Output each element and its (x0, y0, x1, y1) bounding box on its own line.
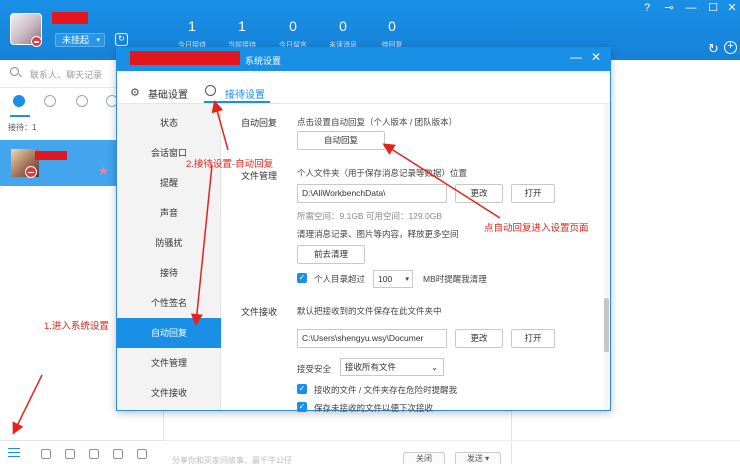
nav-item-auto-reply[interactable]: 自动回复 (117, 318, 221, 348)
disk-space-info: 所需空间：9.1GB 可用空间：129.0GB (297, 211, 443, 221)
clean-button[interactable]: 前去清理 (297, 245, 365, 264)
nav-item-file-management[interactable]: 文件管理 (117, 348, 221, 378)
contacts-tab-icon[interactable] (76, 95, 88, 107)
stat-value-today[interactable]: 1 (172, 18, 212, 34)
limit-prefix-label: 个人目录超过 (314, 274, 366, 284)
maximize-icon[interactable]: ☐ (706, 2, 720, 15)
security-select[interactable]: 接收所有文件 ⌄ (340, 358, 444, 376)
contact-name-redacted (35, 151, 67, 160)
nav-item-reception[interactable]: 接待 (117, 258, 221, 288)
nav-item-signature[interactable]: 个性签名 (117, 288, 221, 318)
clock-tab-icon[interactable] (44, 95, 56, 107)
danger-warning-checkbox[interactable]: ✓ (297, 384, 307, 394)
stat-value-pending[interactable]: 0 (372, 18, 412, 34)
save-unreceived-checkbox[interactable]: ✓ (297, 402, 307, 412)
stat-value-current[interactable]: 1 (222, 18, 262, 34)
close-icon[interactable]: ✕ (725, 2, 739, 15)
nav-item-file-receive[interactable]: 文件接收 (117, 378, 221, 408)
stat-value-messages[interactable]: 0 (273, 18, 313, 34)
dialog-minimize-icon[interactable]: — (570, 50, 582, 64)
change-folder-button[interactable]: 更改 (455, 184, 503, 203)
pin-icon[interactable]: ⊸ (662, 2, 676, 15)
tab-reception-settings[interactable]: 接待设置 (225, 86, 265, 101)
add-icon[interactable]: + (724, 41, 737, 54)
change-receive-folder-button[interactable]: 更改 (455, 329, 503, 348)
tab-basic-settings[interactable]: 基础设置 (148, 86, 188, 101)
nav-item-status[interactable]: 状态 (117, 108, 221, 138)
save-unreceived-label: 保存未接收的文件以便下次接收 (314, 403, 434, 413)
contact-status-icon (25, 166, 37, 178)
search-placeholder: 联系人、聊天记录 (30, 70, 103, 80)
scrollbar[interactable] (604, 104, 610, 410)
app-icon[interactable] (113, 449, 123, 459)
annotation-step3: 点自动回复进入设置页面 (484, 223, 589, 234)
chevron-down-icon: ▾ (405, 276, 409, 283)
chevron-down-icon: ▾ (96, 37, 100, 44)
active-tab-indicator (10, 115, 30, 117)
limit-suffix-label: MB时提醒我清理 (423, 274, 487, 284)
send-button[interactable]: 发送 ▾ (455, 452, 501, 464)
limit-value-stepper[interactable]: 100 ▾ (373, 270, 413, 288)
chat-tab-icon[interactable] (13, 95, 25, 107)
dialog-close-icon[interactable]: ✕ (591, 50, 601, 64)
security-value: 接收所有文件 (345, 362, 397, 372)
file-management-section-label: 文件管理 (241, 171, 278, 181)
window-icon[interactable] (137, 449, 147, 459)
dialog-title-redacted (130, 51, 240, 65)
search-icon (10, 67, 19, 76)
annotation-step2: 2.接待设置-自动回复 (186, 159, 274, 170)
chat-hint: 分享你和买家间故事，赢千牛公仔 (172, 456, 292, 464)
clean-desc: 清理消息记录、图片等内容，释放更多空间 (297, 229, 459, 239)
personal-folder-path-input[interactable]: D:\AliWorkbenchData\ (297, 184, 447, 203)
sync-icon[interactable]: ↻ (115, 33, 128, 46)
plugin-icon[interactable] (41, 449, 51, 459)
refresh-icon[interactable]: ↻ (708, 41, 719, 57)
auto-reply-button[interactable]: 自动回复 (297, 131, 385, 150)
avatar-status-icon (31, 36, 42, 47)
reception-count: 接待：1 (8, 123, 37, 132)
gear-icon: ⚙ (130, 87, 140, 99)
menu-icon[interactable] (8, 448, 20, 457)
receive-folder-path-input[interactable]: C:\Users\shengyu.wsy\Documer (297, 329, 447, 348)
annotation-step1: 1.进入系统设置 (44, 321, 109, 332)
star-icon[interactable]: ★ (98, 164, 109, 178)
scrollbar-thumb[interactable] (604, 298, 609, 352)
clock-icon (205, 85, 216, 96)
stat-value-unread[interactable]: 0 (323, 18, 363, 34)
chevron-down-icon: ⌄ (431, 363, 438, 372)
file-receive-section-label: 文件接收 (241, 307, 278, 317)
nav-item-reminder[interactable]: 提醒 (117, 168, 221, 198)
open-folder-button[interactable]: 打开 (511, 184, 555, 203)
status-label: 未挂起 (62, 35, 90, 45)
danger-warning-label: 接收的文件 / 文件夹存在危险时提醒我 (314, 385, 458, 395)
username-redacted (52, 12, 88, 24)
status-dropdown[interactable]: 未挂起 ▾ (55, 33, 105, 47)
limit-value: 100 (378, 274, 393, 284)
mail-icon[interactable] (65, 449, 75, 459)
dialog-title: 系统设置 (245, 56, 282, 66)
open-receive-folder-button[interactable]: 打开 (511, 329, 555, 348)
close-chat-button[interactable]: 关闭 (403, 452, 445, 464)
nav-item-sound[interactable]: 声音 (117, 198, 221, 228)
auto-reply-desc: 点击设置自动回复（个人版本 / 团队版本） (297, 117, 458, 127)
security-label: 接受安全 (297, 364, 332, 374)
file-management-desc: 个人文件夹（用于保存消息记录等数据）位置 (297, 168, 468, 178)
card-icon[interactable] (89, 449, 99, 459)
auto-reply-section-label: 自动回复 (241, 118, 278, 128)
limit-checkbox[interactable]: ✓ (297, 273, 307, 283)
file-receive-desc: 默认把接收到的文件保存在此文件夹中 (297, 306, 442, 316)
help-icon[interactable]: ? (640, 2, 654, 15)
nav-item-anti-harassment[interactable]: 防骚扰 (117, 228, 221, 258)
minimize-icon[interactable]: — (684, 2, 698, 15)
